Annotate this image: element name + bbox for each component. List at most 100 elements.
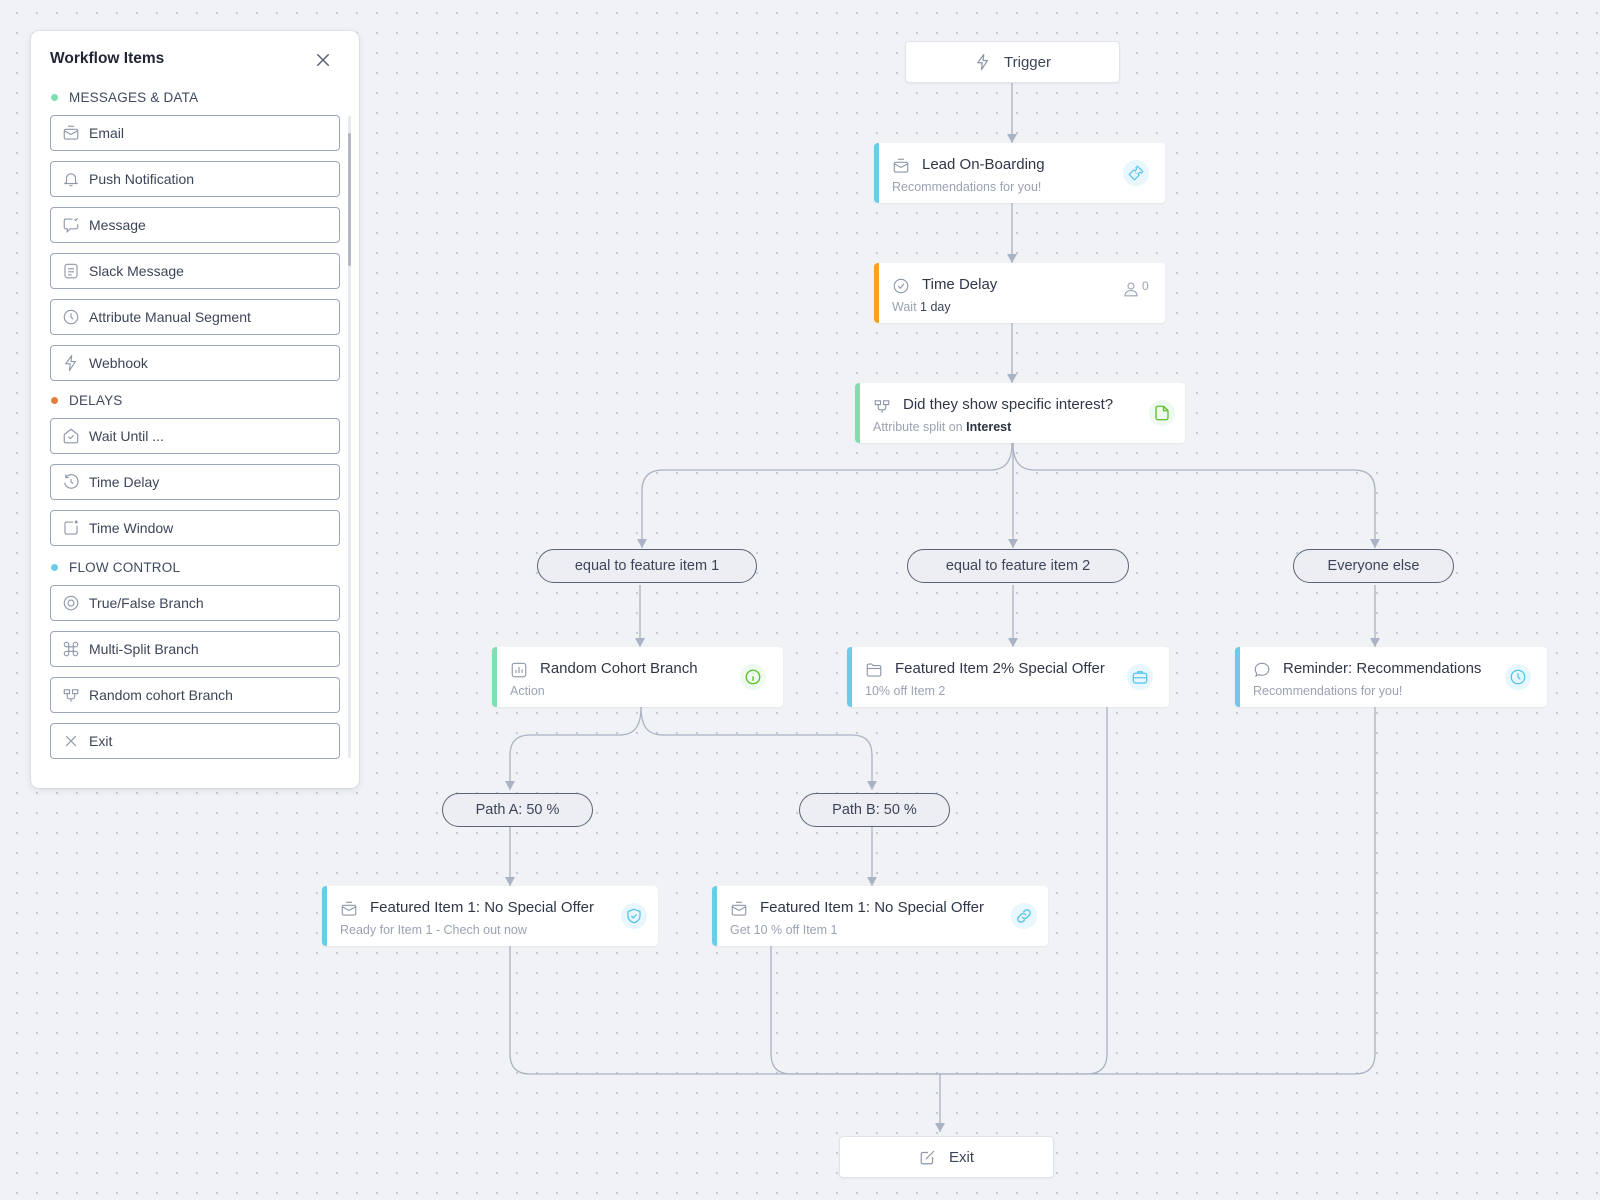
edge-cohort-to-pathA	[505, 706, 642, 790]
node-subtitle: Wait 1 day	[892, 300, 951, 314]
node-subtitle: Action	[510, 684, 545, 698]
shield-check-icon-badge[interactable]	[621, 903, 647, 929]
interest-split-node[interactable]: Did they show specific interest? Attribu…	[855, 383, 1185, 443]
section-label: MESSAGES & DATA	[69, 89, 199, 105]
panel-item-webhook[interactable]: Webhook	[50, 345, 340, 381]
node-title: Lead On-Boarding	[922, 156, 1045, 173]
branch-pill-everyone-else[interactable]: Everyone else	[1293, 549, 1454, 583]
panel-item-push-notification[interactable]: Push Notification	[50, 161, 340, 197]
edge-featuredA-to-exit	[509, 946, 939, 1075]
featured-item-1-path-a-node[interactable]: Featured Item 1: No Special Offer Ready …	[322, 886, 658, 946]
panel-item-time-delay[interactable]: Time Delay	[50, 464, 340, 500]
node-accent-bar	[492, 647, 497, 707]
featured-item-2-node[interactable]: Featured Item 2% Special Offer 10% off I…	[847, 647, 1169, 707]
node-accent-bar	[712, 886, 717, 946]
panel-item-random-cohort-branch[interactable]: Random cohort Branch	[50, 677, 340, 713]
path-a-pill[interactable]: Path A: 50 %	[442, 793, 593, 827]
folder-icon	[866, 663, 882, 677]
panel-item-multi-split-branch[interactable]: Multi-Split Branch	[50, 631, 340, 667]
node-subtitle: Ready for Item 1 - Chech out now	[340, 923, 527, 937]
subtitle-prefix: Wait	[892, 300, 917, 314]
section-messages-data: MESSAGES & DATA	[50, 88, 198, 106]
ticket-icon	[1128, 165, 1144, 181]
workflow-items-panel: Workflow Items MESSAGES & DATA Email Pus…	[31, 31, 359, 788]
lead-onboarding-node[interactable]: Lead On-Boarding Recommendations for you…	[874, 143, 1165, 203]
user-icon	[1124, 282, 1138, 297]
random-cohort-node[interactable]: Random Cohort Branch Action	[492, 647, 783, 707]
node-title: Random Cohort Branch	[540, 660, 698, 677]
lightning-icon	[65, 354, 77, 372]
item-label: True/False Branch	[89, 595, 204, 611]
node-accent-bar	[874, 263, 879, 323]
link-icon	[1017, 909, 1031, 923]
panel-item-time-window[interactable]: Time Window	[50, 510, 340, 546]
note-icon-badge[interactable]	[1149, 400, 1175, 426]
close-icon[interactable]	[314, 51, 332, 69]
panel-item-email[interactable]: Email	[50, 115, 340, 151]
panel-item-exit[interactable]: Exit	[50, 723, 340, 759]
node-subtitle: Attribute split on Interest	[873, 420, 1011, 434]
item-label: Email	[89, 125, 125, 141]
reminder-node[interactable]: Reminder: Recommendations Recommendation…	[1235, 647, 1547, 707]
item-label: Wait Until ...	[89, 428, 164, 444]
trigger-node[interactable]: Trigger	[905, 41, 1120, 83]
split-attribute: Interest	[966, 420, 1012, 434]
featured-item-1-path-b-node[interactable]: Featured Item 1: No Special Offer Get 10…	[712, 886, 1048, 946]
section-label: FLOW CONTROL	[69, 559, 181, 575]
node-title: Time Delay	[922, 276, 998, 293]
briefcase-icon-badge[interactable]	[1127, 664, 1153, 690]
node-accent-bar	[874, 143, 879, 203]
split-branch-icon	[63, 689, 79, 702]
item-label: Time Window	[89, 520, 174, 536]
panel-scrollbar-thumb[interactable]	[348, 133, 351, 266]
window-dot-icon	[64, 520, 78, 535]
node-subtitle: Recommendations for you!	[1253, 684, 1403, 698]
section-delays: DELAYS	[50, 391, 122, 409]
branch-pill-feature-item-2[interactable]: equal to feature item 2	[907, 549, 1129, 583]
edge-split-to-branch1	[637, 442, 1013, 548]
path-b-pill[interactable]: Path B: 50 %	[799, 793, 950, 827]
node-accent-bar	[855, 383, 860, 443]
exit-label: Exit	[948, 1148, 974, 1166]
clock-icon-badge[interactable]	[1505, 664, 1531, 690]
node-title: Featured Item 2% Special Offer	[895, 660, 1105, 677]
envelope-icon	[63, 125, 79, 140]
split-branch-icon	[874, 400, 890, 413]
panel-item-slack-message[interactable]: Slack Message	[50, 253, 340, 289]
panel-item-attribute-manual-segment[interactable]: Attribute Manual Segment	[50, 299, 340, 335]
panel-item-message[interactable]: Message	[50, 207, 340, 243]
panel-scrollbar[interactable]	[348, 116, 351, 758]
exit-node[interactable]: Exit	[839, 1136, 1054, 1178]
envelope-icon	[893, 158, 909, 173]
user-count-value: 0	[1142, 279, 1149, 293]
panel-item-true-false-branch[interactable]: True/False Branch	[50, 585, 340, 621]
command-icon	[63, 641, 79, 657]
section-label: DELAYS	[69, 392, 123, 408]
node-subtitle: 10% off Item 2	[865, 684, 946, 698]
edit-square-icon	[920, 1150, 935, 1165]
panel-item-wait-until[interactable]: Wait Until ...	[50, 418, 340, 454]
node-title: Featured Item 1: No Special Offer	[370, 899, 594, 916]
item-label: Multi-Split Branch	[89, 641, 199, 657]
clock-icon	[1510, 669, 1526, 685]
time-delay-node[interactable]: Time Delay Wait 1 day 0	[874, 263, 1165, 323]
link-icon-badge[interactable]	[1011, 903, 1037, 929]
speech-bubble-icon	[1254, 662, 1270, 678]
section-flow-control: FLOW CONTROL	[50, 558, 180, 576]
info-icon-badge[interactable]	[740, 664, 766, 690]
item-label: Message	[89, 217, 146, 233]
edge-featuredB-to-exit	[770, 946, 939, 1075]
subtitle-prefix: Attribute split on	[873, 420, 963, 434]
branch-pill-feature-item-1[interactable]: equal to feature item 1	[537, 549, 757, 583]
item-label: Attribute Manual Segment	[89, 309, 251, 325]
node-title: Did they show specific interest?	[903, 396, 1114, 413]
node-accent-bar	[322, 886, 327, 946]
delay-duration: 1 day	[920, 300, 951, 314]
node-accent-bar	[1235, 647, 1240, 707]
envelope-icon	[341, 901, 357, 916]
node-title: Reminder: Recommendations	[1283, 660, 1482, 677]
trigger-label: Trigger	[1004, 53, 1051, 71]
node-title: Featured Item 1: No Special Offer	[760, 899, 984, 916]
node-subtitle: Get 10 % off Item 1	[730, 923, 838, 937]
ticket-icon-badge[interactable]	[1123, 160, 1149, 186]
